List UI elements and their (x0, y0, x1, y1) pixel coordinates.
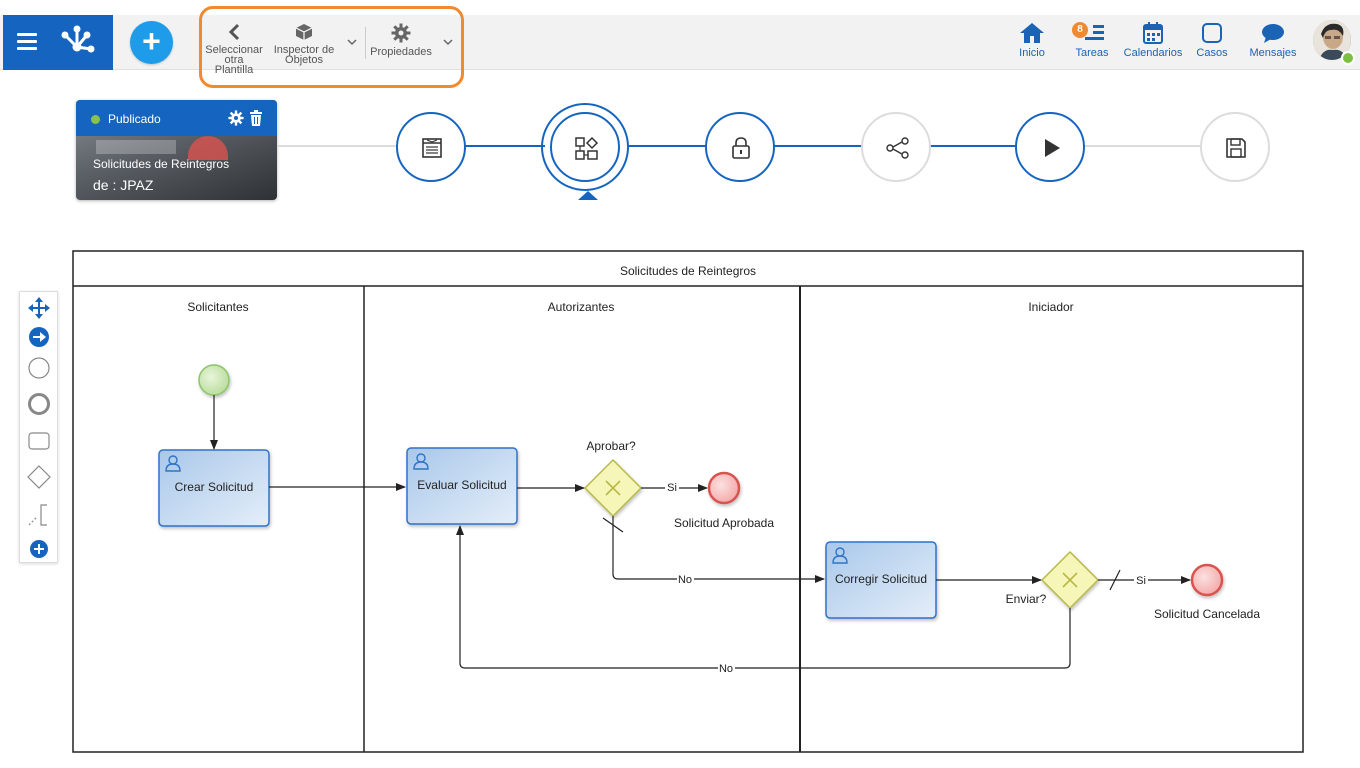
start-event[interactable] (198, 364, 230, 396)
task-label-create: Crear Solicitud (175, 480, 254, 494)
flow-label-yes: Si (1136, 575, 1146, 587)
bpmn-diagram: Solicitudes de Reintegros Solicitantes A… (72, 250, 1304, 753)
lane-label-requesters: Solicitantes (187, 300, 248, 314)
flow-label-no: No (678, 574, 692, 586)
gateway-label-approve: Aprobar? (586, 439, 636, 453)
lane-label-initiator: Iniciador (1028, 300, 1073, 314)
event-label-approved: Solicitud Aprobada (674, 516, 774, 530)
gateway-approve[interactable] (583, 458, 643, 518)
flow-label-no: No (719, 663, 733, 675)
event-label-cancelled: Solicitud Cancelada (1154, 607, 1260, 621)
gateway-label-send: Enviar? (1006, 592, 1047, 606)
flow-label-yes: Si (667, 482, 677, 494)
end-event-approved[interactable] (707, 471, 741, 505)
lane-label-approvers: Autorizantes (548, 300, 615, 314)
gateway-send[interactable] (1040, 550, 1100, 610)
task-label-correct: Corregir Solicitud (835, 572, 927, 586)
end-event-cancelled[interactable] (1190, 563, 1224, 597)
task-label-evaluate: Evaluar Solicitud (417, 478, 506, 492)
flow-send-no[interactable] (456, 525, 1071, 669)
pool-title: Solicitudes de Reintegros (620, 264, 756, 278)
